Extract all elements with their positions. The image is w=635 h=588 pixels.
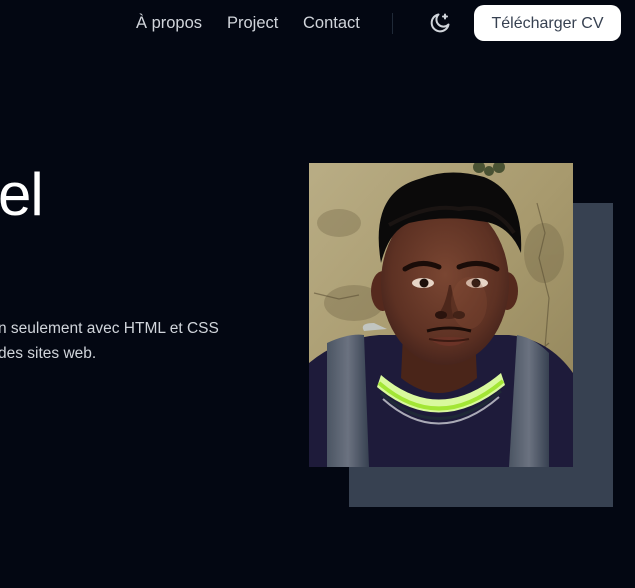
profile-photo bbox=[309, 163, 573, 467]
nav-link-project[interactable]: Project bbox=[227, 13, 278, 33]
download-cv-button[interactable]: Télécharger CV bbox=[474, 5, 621, 41]
nav-divider bbox=[392, 13, 393, 34]
hero-description-line: n seulement avec HTML et CSS bbox=[0, 320, 219, 337]
hero-name: el bbox=[0, 161, 44, 228]
hero-description-line: des sites web. bbox=[0, 345, 97, 362]
moon-sparkle-icon[interactable] bbox=[428, 11, 452, 35]
nav-link-a-propos[interactable]: À propos bbox=[136, 13, 202, 33]
top-navigation: À propos Project Contact Télécharger CV bbox=[0, 0, 635, 46]
hero-description: n seulement avec HTML et CSS des sites w… bbox=[0, 316, 288, 366]
nav-link-contact[interactable]: Contact bbox=[303, 13, 360, 33]
